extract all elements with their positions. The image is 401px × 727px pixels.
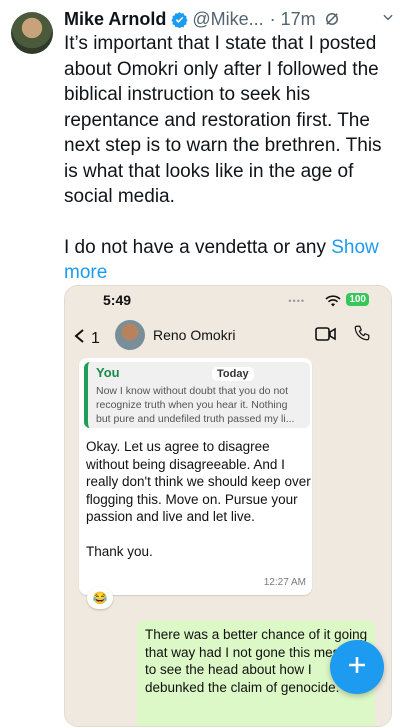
- quote-author: You: [96, 365, 120, 380]
- unread-count: 1: [91, 329, 100, 347]
- chevron-down-icon[interactable]: [381, 10, 395, 29]
- message-timestamp: 12:27 AM: [263, 577, 306, 588]
- wifi-icon: [325, 294, 341, 312]
- author-avatar[interactable]: [11, 12, 53, 54]
- laughing-emoji-reaction: 😂: [87, 587, 113, 609]
- incoming-message-bubble: You Today Now I know without doubt that …: [79, 358, 312, 595]
- compose-button[interactable]: [330, 640, 384, 694]
- battery-indicator: 100: [346, 293, 369, 306]
- phone-status-bar: 5:49 •••• 100: [65, 286, 391, 316]
- author-name[interactable]: Mike Arnold: [64, 9, 166, 30]
- status-clock: 5:49: [103, 292, 132, 308]
- quote-text: Now I know without doubt that you do not…: [96, 385, 295, 425]
- incoming-message-text: Okay. Let us agree to disagree without b…: [86, 439, 311, 559]
- tweet-header: Mike Arnold @Mike... · 17m: [64, 8, 393, 30]
- tweet-text: It’s important that I state that I poste…: [64, 31, 394, 286]
- author-handle[interactable]: @Mike...: [192, 9, 263, 30]
- video-call-icon: [315, 326, 337, 347]
- phone-icon: [353, 324, 371, 347]
- plus-icon: [346, 654, 368, 681]
- contact-name: Reno Omokri: [153, 327, 236, 343]
- tweet-paragraph: I do not have a vendetta or any Show mor…: [64, 236, 379, 284]
- verified-badge-icon: [171, 11, 188, 28]
- grok-icon[interactable]: [323, 10, 341, 28]
- date-badge: Today: [212, 367, 254, 381]
- tweet-paragraph: It’s important that I state that I poste…: [64, 33, 382, 207]
- tweet-time[interactable]: · 17m: [270, 9, 316, 30]
- back-button: 1: [73, 328, 100, 349]
- quoted-reply: You Today Now I know without doubt that …: [84, 362, 310, 428]
- signal-dots: ••••: [288, 296, 305, 306]
- contact-avatar: [115, 320, 145, 350]
- back-chevron-icon: [73, 328, 85, 349]
